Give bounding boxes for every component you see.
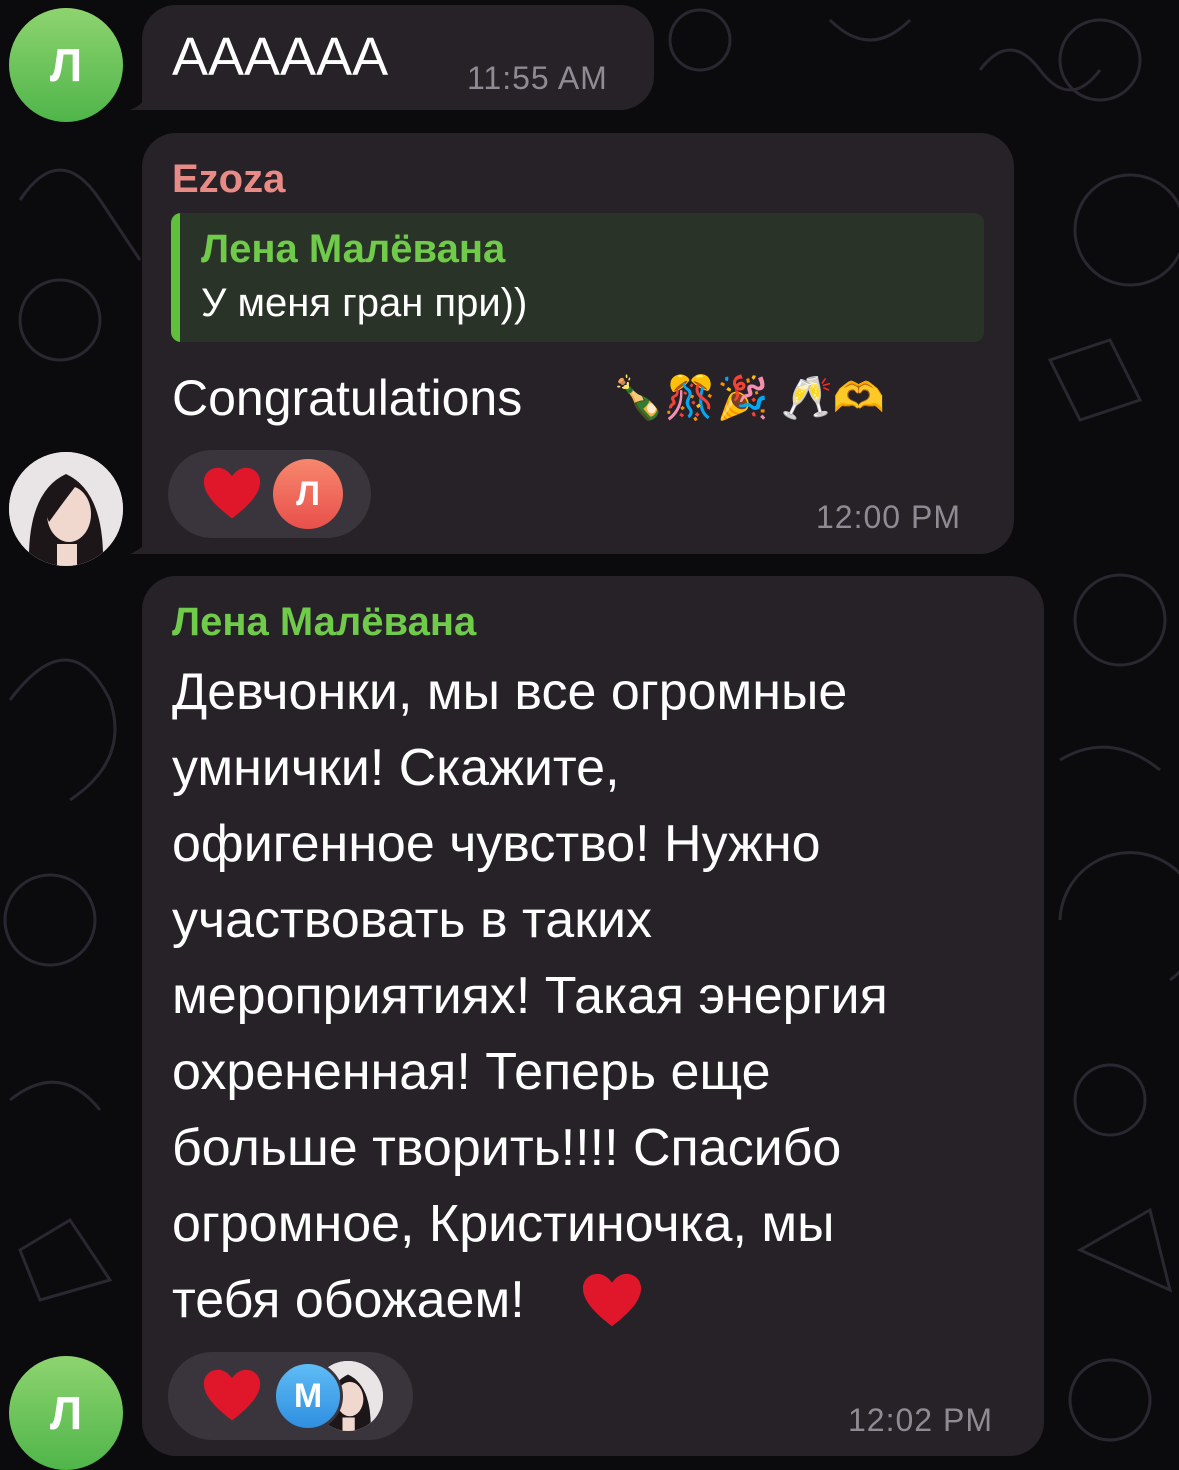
reply-preview[interactable]: Лена Малёвана У меня гран при))	[171, 213, 984, 342]
heart-icon	[203, 1369, 261, 1421]
sender-name: Ezoza	[172, 157, 286, 201]
message-text: Congratulations	[172, 370, 523, 426]
reply-sender-name: Лена Малёвана	[201, 227, 506, 271]
sender-avatar[interactable]: Л	[9, 8, 123, 122]
heart-emoji-icon	[582, 1273, 642, 1327]
reaction-user-initial: Л	[296, 474, 320, 513]
bubble-tail	[130, 514, 170, 554]
reply-text: У меня гран при))	[201, 281, 528, 325]
message-bubble[interactable]: Ezoza Congratulations 🍾🎊🎉 🥂🫶 Л 12:00 PM	[142, 133, 1014, 554]
sender-name: Лена Малёвана	[172, 600, 477, 644]
reaction-chip[interactable]: Л	[168, 450, 371, 538]
person-photo-icon	[9, 452, 123, 566]
message-bubble[interactable]: АААААА 11:55 AM	[142, 5, 654, 110]
message-time: 12:00 PM	[816, 499, 961, 535]
avatar-initial: Л	[49, 1387, 83, 1439]
sender-photo-avatar[interactable]	[9, 452, 123, 566]
reaction-user-initial: М	[293, 1376, 323, 1415]
heart-icon	[203, 467, 261, 519]
reaction-user-avatar: М	[273, 1361, 343, 1431]
reaction-user-avatar: Л	[273, 459, 343, 529]
sender-avatar[interactable]: Л	[9, 1356, 123, 1470]
message-bubble[interactable]: Лена Малёвана Девчонки, мы все огромные …	[142, 576, 1044, 1456]
message-time: 12:02 PM	[848, 1402, 993, 1438]
message-text: Девчонки, мы все огромные умнички! Скажи…	[172, 663, 888, 1329]
message-emoji: 🍾🎊🎉 🥂🫶	[612, 374, 886, 421]
message-text: АААААА	[172, 27, 389, 87]
reply-accent-bar	[171, 213, 180, 342]
reaction-chip[interactable]: М	[168, 1352, 413, 1440]
avatar-initial: Л	[49, 39, 83, 91]
message-time: 11:55 AM	[467, 60, 608, 96]
